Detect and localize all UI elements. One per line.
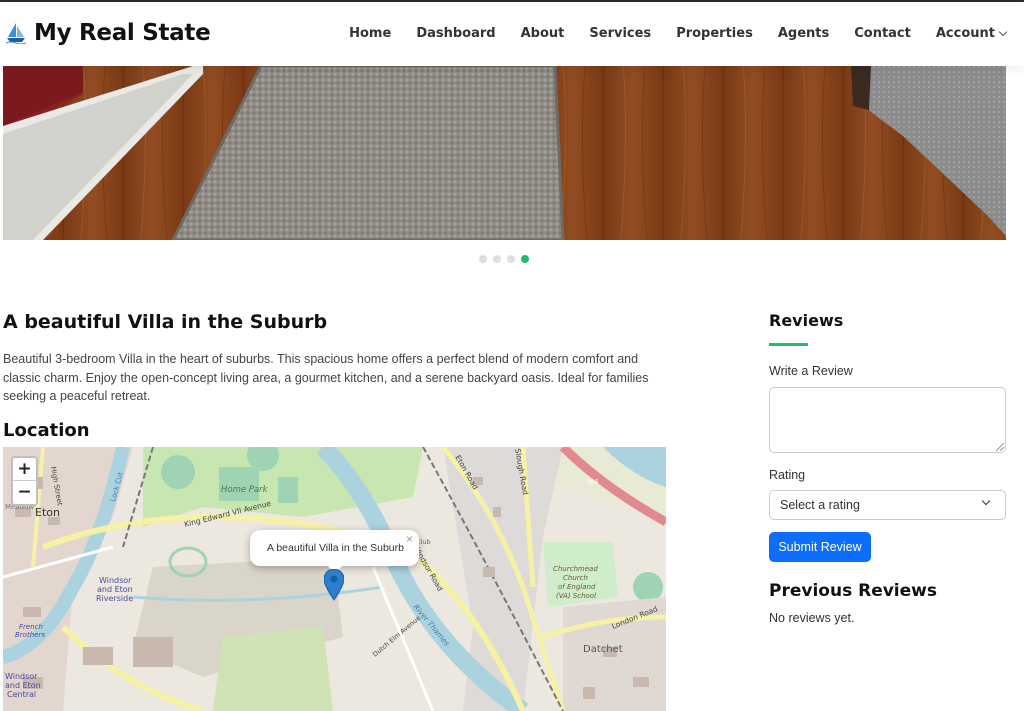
carousel-dot-1[interactable] [479, 255, 487, 263]
no-reviews-text: No reviews yet. [769, 611, 855, 625]
map-label-churchmead-2: Church [563, 574, 588, 582]
nav-account-label: Account [935, 26, 995, 41]
nav-home[interactable]: Home [349, 26, 391, 41]
site-header: My Real State Home Dashboard About Servi… [0, 2, 1024, 66]
map-label-windsor-central-1: Windsor [5, 672, 38, 681]
map-label-m4: M4 [588, 478, 599, 486]
map-popup: A beautiful Villa in the Suburb × [250, 530, 419, 574]
submit-review-button[interactable]: Submit Review [769, 532, 871, 562]
rating-select[interactable]: Select a rating [769, 490, 1006, 520]
map-label-french-brothers-2: Brothers [15, 631, 45, 639]
review-textarea[interactable] [769, 387, 1006, 453]
zoom-out-button[interactable]: − [13, 481, 36, 504]
map-marker-icon[interactable] [324, 569, 344, 601]
reviews-heading-underline [769, 343, 808, 346]
map-label-windsor-central-2: and Eton [5, 681, 41, 690]
nav-account[interactable]: Account [935, 26, 1008, 41]
map-label-windsor-riverside-3: Riverside [96, 594, 133, 603]
reviews-heading: Reviews [769, 311, 844, 330]
rating-select-value: Select a rating [780, 498, 860, 512]
map-label-eton: Eton [35, 506, 60, 519]
textarea-resize-handle[interactable] [996, 443, 1004, 451]
previous-reviews-heading: Previous Reviews [769, 581, 937, 601]
location-heading: Location [3, 420, 90, 441]
carousel-dot-4-active[interactable] [521, 255, 529, 263]
nav-agents[interactable]: Agents [778, 26, 829, 41]
map-label-windsor-riverside-2: and Eton [97, 585, 133, 594]
map-label-french-brothers-1: French [19, 623, 43, 631]
carousel-dot-3[interactable] [507, 255, 515, 263]
sailboat-logo-icon [6, 23, 26, 44]
map-label-churchmead-4: (VA) School [556, 592, 596, 600]
map-label-windsor-central-3: Central [7, 690, 36, 699]
popup-close-button[interactable]: × [406, 532, 413, 546]
chevron-down-icon [981, 496, 991, 506]
map-label-windsor-riverside-1: Windsor [99, 576, 132, 585]
map-label-datchet: Datchet [583, 644, 623, 655]
carousel-indicators [479, 255, 529, 263]
nav-dashboard[interactable]: Dashboard [416, 26, 495, 41]
write-review-label: Write a Review [769, 364, 853, 378]
nav-properties[interactable]: Properties [676, 26, 753, 41]
map-label-churchmead-1: Churchmead [553, 565, 598, 573]
rating-label: Rating [769, 468, 806, 482]
main-nav: Home Dashboard About Services Properties… [324, 26, 1008, 41]
brand[interactable]: My Real State [6, 20, 211, 46]
nav-about[interactable]: About [521, 26, 565, 41]
nav-contact[interactable]: Contact [854, 26, 911, 41]
location-map[interactable]: Eton Meadow Home Park King Edward VII Av… [3, 447, 666, 711]
map-label-churchmead-3: of England [558, 583, 596, 591]
carousel-dot-2[interactable] [493, 255, 501, 263]
map-zoom-control: + − [11, 456, 38, 506]
property-description: Beautiful 3-bedroom Villa in the heart o… [3, 352, 649, 404]
chevron-down-icon [998, 27, 1008, 36]
property-title: A beautiful Villa in the Suburb [3, 311, 328, 333]
hero-photo [3, 66, 1006, 240]
zoom-in-button[interactable]: + [13, 458, 36, 481]
map-label-home-park: Home Park [221, 485, 269, 495]
brand-name: My Real State [34, 20, 211, 46]
hero-carousel-image [3, 66, 1006, 240]
nav-services[interactable]: Services [589, 26, 651, 41]
map-popup-text: A beautiful Villa in the Suburb [267, 542, 404, 554]
